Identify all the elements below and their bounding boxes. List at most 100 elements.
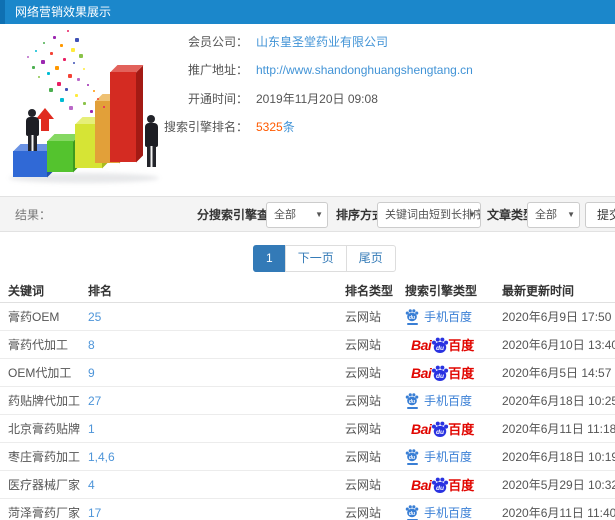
rank-link[interactable]: 27: [88, 394, 101, 408]
marketing-results-window: 网络营销效果展示 会员公司： 山东皇圣堂药业有限公司 推广地址： http://…: [0, 0, 615, 520]
engine-cell: Bai du 百度: [405, 359, 474, 386]
rank-cell: 27: [88, 387, 101, 414]
rank-cell: 1: [88, 415, 95, 442]
rank-link[interactable]: 8: [88, 338, 95, 352]
rank-cell: 8: [88, 331, 95, 358]
baidu-paw-icon: du: [432, 421, 449, 437]
rank-type-cell: 云网站: [345, 506, 382, 520]
last-page-button[interactable]: 尾页: [345, 245, 396, 272]
engine-filter-select[interactable]: 全部 ▼: [266, 202, 328, 228]
baidu-logo: Bai du 百度: [411, 420, 475, 438]
rank-type-cell: 云网站: [345, 450, 382, 464]
chevron-down-icon: ▼: [468, 210, 476, 219]
update-time-cell: 2020年6月11日 11:40: [502, 506, 615, 520]
company-link[interactable]: 山东皇圣堂药业有限公司: [256, 35, 388, 49]
header-keyword: 关键词: [8, 283, 45, 298]
mobile-baidu-label: 手机百度: [424, 310, 473, 324]
rank-link[interactable]: 4: [88, 478, 95, 492]
keyword-cell: 膏药代加工: [8, 338, 69, 352]
svg-text:du: du: [436, 344, 444, 351]
rank-count-value: 5325: [256, 120, 283, 134]
rank-cell: 25: [88, 303, 101, 330]
baidu-paw-icon: du: [405, 393, 419, 406]
article-type-select[interactable]: 全部 ▼: [527, 202, 580, 228]
rank-cell: 9: [88, 359, 95, 386]
rank-type-cell: 云网站: [345, 422, 382, 436]
baidu-paw-icon: du: [405, 309, 419, 322]
decorative-bar: [13, 144, 54, 177]
svg-text:du: du: [436, 372, 444, 379]
header-engine-type: 搜索引擎类型: [405, 283, 478, 298]
rank-type-cell: 云网站: [345, 338, 382, 352]
decorative-bar: [110, 65, 143, 162]
baidu-logo: Bai du 百度: [411, 364, 475, 382]
keyword-cell: 药贴牌代加工: [8, 394, 81, 408]
article-type-value: 全部: [535, 209, 557, 221]
rank-link[interactable]: 25: [88, 310, 101, 324]
header-rank-type: 排名类型: [345, 283, 394, 298]
baidu-paw-icon: du: [405, 449, 419, 462]
table-header-row: 关键词 排名 排名类型 搜索引擎类型 最新更新时间: [0, 278, 615, 303]
pagination: 1 下一页 尾页: [253, 245, 396, 272]
sort-value: 关键词由短到长排序: [385, 209, 481, 221]
table-row: 医疗器械厂家 4 云网站 Bai du 百度 2020年5月29日 10:32: [0, 471, 615, 499]
update-time-cell: 2020年5月29日 10:32: [502, 478, 615, 492]
baidu-paw-icon: du: [405, 505, 419, 518]
rank-cell: 17: [88, 499, 101, 520]
table-row: 膏药代加工 8 云网站 Bai du 百度 2020年6月10日 13:40: [0, 331, 615, 359]
promo-url-link[interactable]: http://www.shandonghuangshengtang.cn: [256, 63, 473, 77]
chevron-down-icon: ▼: [315, 210, 323, 219]
keyword-rank-table: 关键词 排名 排名类型 搜索引擎类型 最新更新时间 膏药OEM 25 云网站 du 手机…: [0, 278, 615, 520]
rank-count-suffix: 条: [282, 120, 295, 134]
mobile-baidu-icon: du: [405, 448, 419, 465]
header-rank: 排名: [88, 283, 113, 298]
promo-url-label: 推广地址：: [187, 63, 248, 77]
table-row: OEM代加工 9 云网站 Bai du 百度 2020年6月5日 14:57: [0, 359, 615, 387]
rank-type-cell: 云网站: [345, 478, 382, 492]
rank-type-cell: 云网站: [345, 366, 382, 380]
svg-text:du: du: [409, 315, 416, 321]
keyword-cell: 北京膏药贴牌: [8, 422, 81, 436]
keyword-cell: 枣庄膏药加工: [8, 450, 81, 464]
keyword-cell: 膏药OEM: [8, 310, 60, 324]
update-time-cell: 2020年6月10日 13:40: [502, 338, 615, 352]
open-time-value: 2019年11月20日 09:08: [256, 92, 378, 106]
sort-select[interactable]: 关键词由短到长排序 ▼: [377, 202, 481, 228]
mobile-baidu-label: 手机百度: [424, 394, 473, 408]
engine-cell: Bai du 百度: [405, 471, 474, 498]
update-time-cell: 2020年6月18日 10:19: [502, 450, 615, 464]
engine-cell: du 手机百度: [405, 443, 472, 470]
mobile-baidu-label: 手机百度: [424, 450, 473, 464]
rank-link[interactable]: 17: [88, 506, 101, 520]
table-row: 北京膏药贴牌 1 云网站 Bai du 百度 2020年6月11日 11:18: [0, 415, 615, 443]
engine-cell: du 手机百度: [405, 387, 472, 414]
svg-text:du: du: [409, 399, 416, 405]
company-label: 会员公司：: [187, 35, 248, 49]
next-page-button[interactable]: 下一页: [284, 245, 347, 272]
rank-link[interactable]: 1: [88, 422, 95, 436]
svg-text:du: du: [436, 484, 444, 491]
rank-link[interactable]: 1,4,6: [88, 450, 115, 464]
rank-type-cell: 云网站: [345, 310, 382, 324]
header-update-time: 最新更新时间: [502, 283, 575, 298]
rank-cell: 1,4,6: [88, 443, 115, 470]
open-time-label: 开通时间：: [187, 92, 248, 106]
svg-text:du: du: [409, 511, 416, 517]
svg-text:du: du: [436, 428, 444, 435]
table-body: 膏药OEM 25 云网站 du 手机百度 2020年6月9日 17:50 膏药代加工 8 云网站…: [0, 303, 615, 520]
table-row: 枣庄膏药加工 1,4,6 云网站 du 手机百度 2020年6月18日 10:19: [0, 443, 615, 471]
decorative-bar: [47, 134, 80, 172]
update-time-cell: 2020年6月11日 11:18: [502, 422, 615, 436]
update-time-cell: 2020年6月5日 14:57: [502, 366, 612, 380]
submit-button[interactable]: 提交: [585, 202, 615, 228]
engine-cell: Bai du 百度: [405, 331, 474, 358]
baidu-paw-icon: du: [432, 365, 449, 381]
rank-type-cell: 云网站: [345, 394, 382, 408]
page-1-button[interactable]: 1: [253, 245, 286, 272]
rank-link[interactable]: 9: [88, 366, 95, 380]
mobile-baidu-icon: du: [405, 392, 419, 409]
rank-count-label: 搜索引擎排名：: [163, 120, 248, 134]
baidu-paw-icon: du: [432, 337, 449, 353]
keyword-cell: 菏泽膏药厂家: [8, 506, 81, 520]
update-time-cell: 2020年6月18日 10:25: [502, 394, 615, 408]
